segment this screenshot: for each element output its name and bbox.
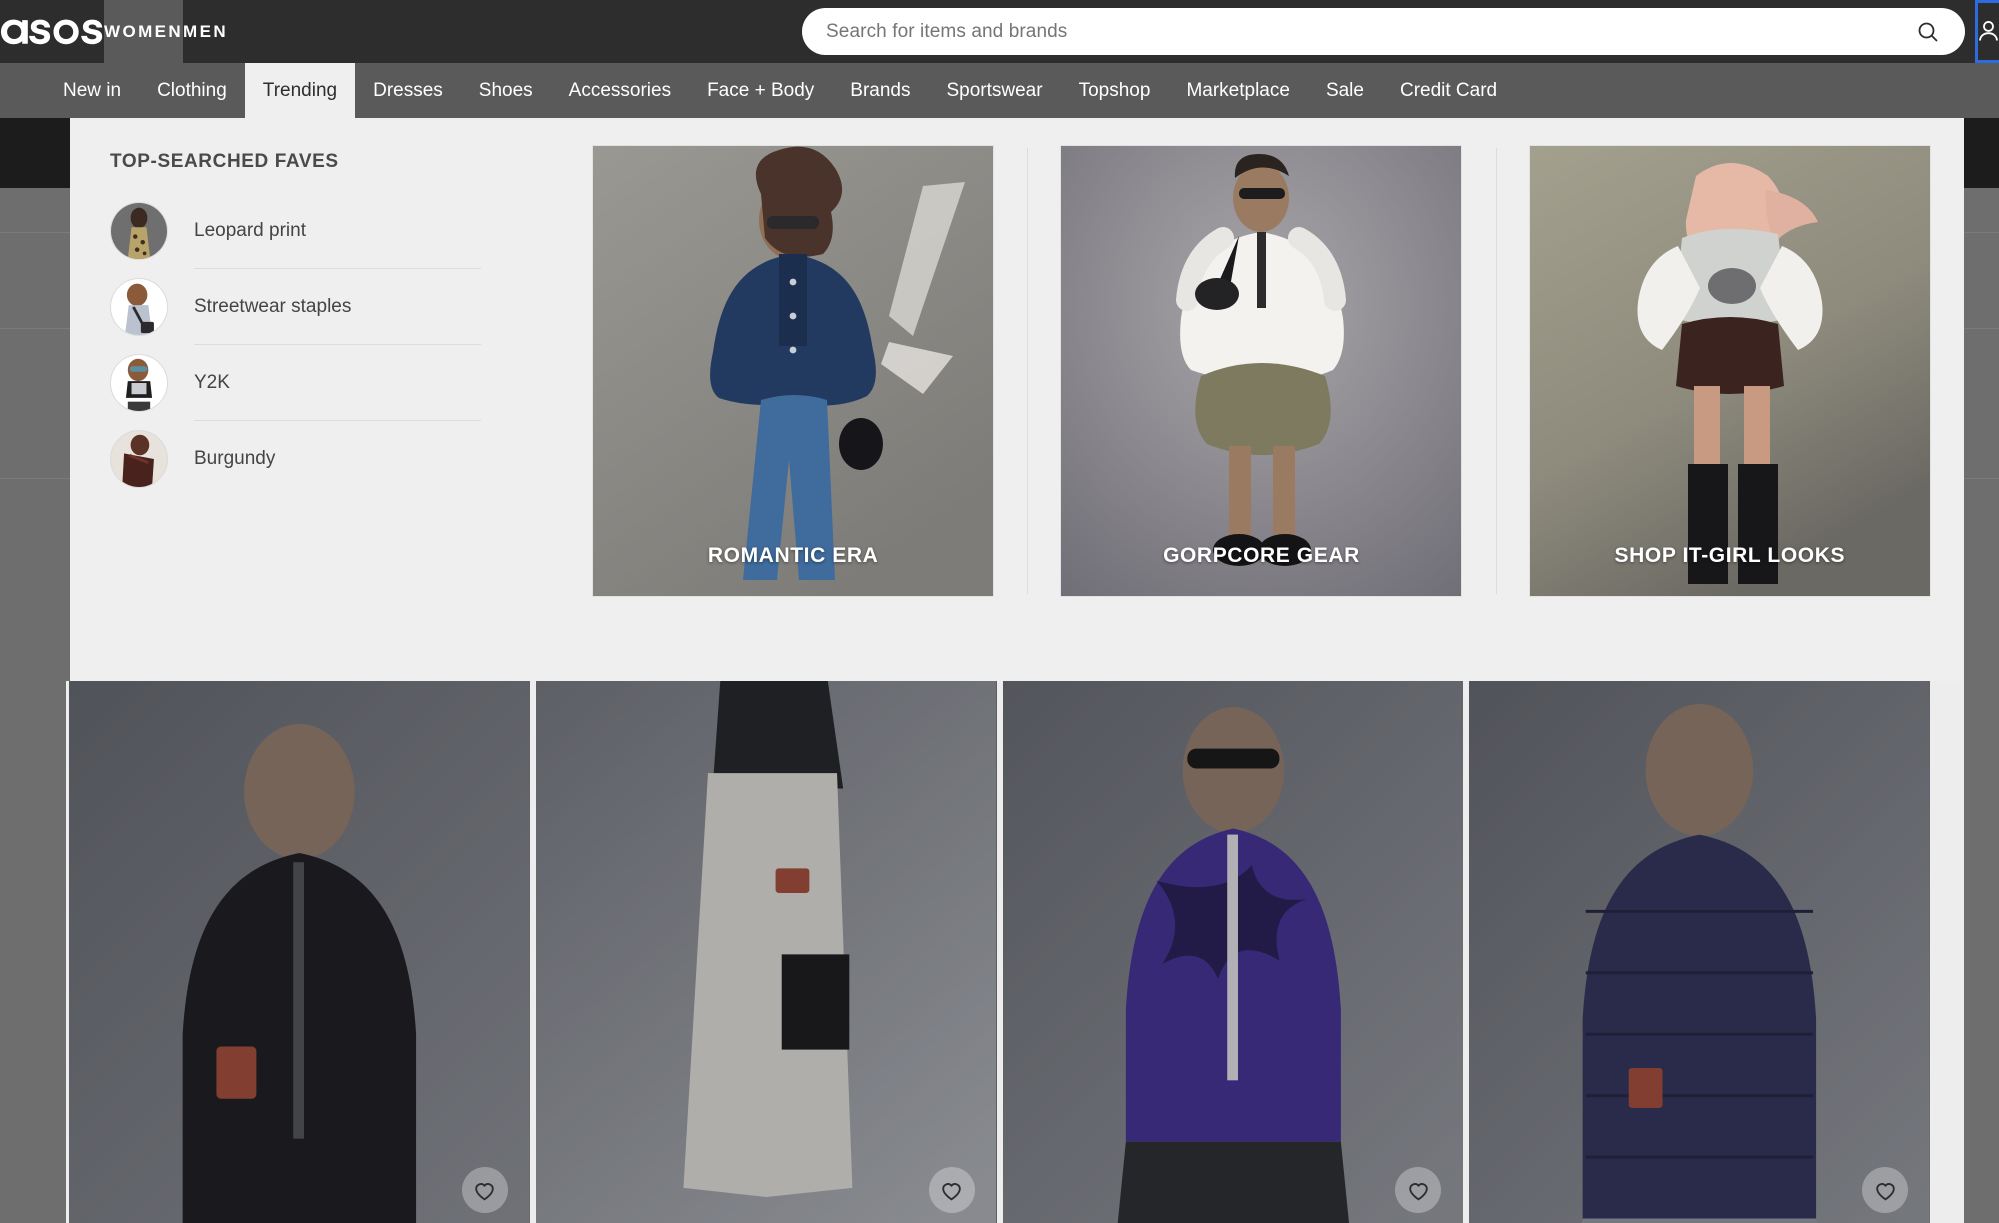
subnav-label: New in	[63, 79, 122, 101]
top-searched-faves-title: TOP-SEARCHED FAVES	[110, 151, 339, 172]
promo-cards-section: ROMANTIC ERA GORPCORE GEAR SHOP IT-GIRL …	[559, 118, 1964, 681]
save-product-button[interactable]	[928, 1167, 975, 1213]
leopard-print-thumb	[110, 202, 168, 260]
heart-outline-icon	[1875, 1182, 1895, 1200]
subnav-label: Trending	[262, 79, 338, 101]
site-header: WOMEN MEN	[0, 0, 1999, 63]
product-tile-purple-puffer-jacket[interactable]	[1469, 681, 1930, 1223]
fave-item-leopard-print[interactable]: Leopard print	[110, 193, 559, 269]
fave-label-wrap: Y2K	[194, 345, 481, 421]
gender-tab-men-label: MEN	[183, 21, 229, 41]
product-tile-black-fleece-jacket[interactable]	[69, 681, 530, 1223]
product-tile-grey-cargo-trousers[interactable]	[535, 681, 997, 1223]
tile-dim-overlay	[1002, 681, 1464, 1223]
save-product-button[interactable]	[1395, 1167, 1442, 1213]
product-grid	[0, 681, 1999, 1223]
fave-label-wrap: Leopard print	[194, 193, 481, 269]
subnav-label: Accessories	[568, 79, 672, 101]
grid-left-overlay	[0, 681, 66, 1223]
promo-card-label: ROMANTIC ERA	[707, 544, 879, 567]
subnav-item-topshop[interactable]: Topshop	[1061, 63, 1169, 118]
burgundy-thumb	[110, 430, 168, 488]
save-product-button[interactable]	[461, 1167, 508, 1213]
tile-dim-overlay	[1469, 681, 1930, 1223]
subnav-item-trending[interactable]: Trending	[244, 63, 356, 118]
fave-item-label: Burgundy	[194, 448, 276, 469]
promo-card-column: SHOP IT-GIRL LOOKS	[1495, 145, 1964, 597]
search-area	[228, 0, 1975, 63]
fave-item-label: Y2K	[194, 371, 230, 393]
tile-dim-overlay	[69, 681, 530, 1223]
promo-card-column: ROMANTIC ERA	[559, 145, 1027, 597]
subnav-label: Brands	[850, 79, 911, 101]
subnav-label: Topshop	[1078, 79, 1151, 101]
account-button[interactable]	[1975, 0, 1999, 63]
asos-page: WOMEN MEN Search for items and brands Ne…	[0, 0, 1999, 1223]
fave-item-label: Leopard print	[194, 219, 306, 241]
subnav-label: Dresses	[373, 79, 443, 101]
tile-dim-overlay	[535, 681, 997, 1223]
subnav-label: Marketplace	[1186, 79, 1290, 101]
fave-label-wrap: Burgundy	[194, 421, 481, 497]
heart-outline-icon	[1408, 1182, 1428, 1200]
trending-dropdown-panel: TOP-SEARCHED FAVES Leopard print Streetw…	[70, 118, 1964, 681]
subnav-item-accessories[interactable]: Accessories	[551, 63, 689, 118]
subnav-item-dresses[interactable]: Dresses	[355, 63, 461, 118]
grid-right-overlay	[1964, 681, 1999, 1223]
y2k-thumb	[110, 354, 168, 412]
category-navigation: New in Clothing Trending Dresses Shoes A…	[0, 63, 1999, 118]
fave-item-burgundy[interactable]: Burgundy	[110, 421, 559, 497]
top-searched-faves-section: TOP-SEARCHED FAVES Leopard print Streetw…	[70, 118, 559, 681]
gender-tab-men[interactable]: MEN	[183, 0, 229, 63]
subnav-label: Face + Body	[707, 79, 815, 101]
subnav-label: Clothing	[157, 79, 227, 101]
fave-item-streetwear-staples[interactable]: Streetwear staples	[110, 269, 559, 345]
save-product-button[interactable]	[1862, 1167, 1908, 1213]
subnav-item-new-in[interactable]: New in	[45, 63, 139, 118]
search-input[interactable]	[826, 20, 1914, 43]
promo-card-romantic-era[interactable]: ROMANTIC ERA	[592, 145, 995, 597]
subnav-item-marketplace[interactable]: Marketplace	[1168, 63, 1308, 118]
promo-card-column: GORPCORE GEAR	[1027, 145, 1495, 597]
fave-item-label: Streetwear staples	[194, 295, 352, 317]
subnav-item-clothing[interactable]: Clothing	[139, 63, 245, 118]
promo-card-gorpcore-gear[interactable]: GORPCORE GEAR	[1060, 145, 1463, 597]
background-dark-block-left	[0, 118, 70, 188]
subnav-item-sportswear[interactable]: Sportswear	[928, 63, 1060, 118]
background-dark-block-right	[1963, 118, 1999, 188]
gender-tab-women[interactable]: WOMEN	[104, 0, 184, 63]
heart-outline-icon	[475, 1182, 495, 1200]
subnav-item-face-body[interactable]: Face + Body	[689, 63, 832, 118]
promo-card-label: GORPCORE GEAR	[1163, 544, 1360, 567]
search-icon	[1918, 22, 1938, 42]
shop-it-girl-looks-image	[1529, 146, 1930, 596]
streetwear-staples-thumb	[110, 278, 168, 336]
search-submit-button[interactable]	[1913, 17, 1943, 47]
fave-item-y2k[interactable]: Y2K	[110, 345, 559, 421]
subnav-label: Shoes	[478, 79, 533, 101]
subnav-label: Credit Card	[1399, 79, 1498, 101]
heart-outline-icon	[942, 1182, 961, 1200]
asos-logo-link[interactable]	[0, 0, 104, 63]
gorpcore-gear-image	[1061, 146, 1462, 596]
asos-logo-icon	[1, 19, 103, 44]
promo-card-shop-it-girl-looks[interactable]: SHOP IT-GIRL LOOKS	[1528, 145, 1931, 597]
subnav-item-brands[interactable]: Brands	[832, 63, 928, 118]
subnav-item-credit-card[interactable]: Credit Card	[1382, 63, 1515, 118]
product-tile-purple-print-fleece[interactable]	[1002, 681, 1464, 1223]
user-icon	[1979, 21, 1998, 41]
subnav-item-sale[interactable]: Sale	[1308, 63, 1382, 118]
search-box[interactable]	[802, 8, 1966, 55]
gender-tab-women-label: WOMEN	[104, 21, 184, 41]
fave-label-wrap: Streetwear staples	[194, 269, 481, 345]
subnav-label: Sportswear	[946, 79, 1043, 101]
promo-card-label: SHOP IT-GIRL LOOKS	[1614, 544, 1846, 567]
subnav-label: Sale	[1325, 79, 1364, 101]
romantic-era-image	[593, 146, 994, 596]
subnav-item-shoes[interactable]: Shoes	[461, 63, 551, 118]
